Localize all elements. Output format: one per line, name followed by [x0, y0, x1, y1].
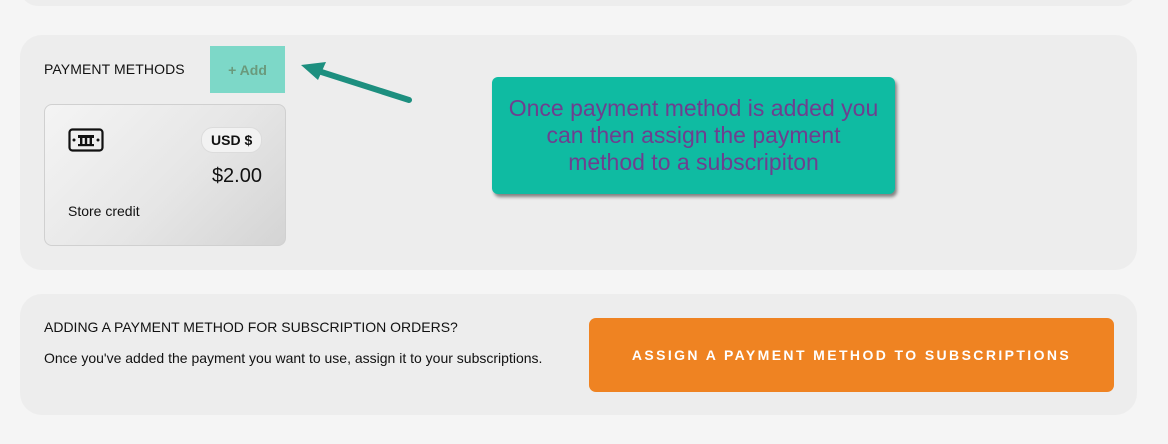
add-payment-method-button[interactable]: + Add — [210, 46, 285, 93]
subscription-description: Once you've added the payment you want t… — [44, 350, 543, 366]
callout-text: Once payment method is added you can the… — [508, 95, 879, 175]
previous-section-panel — [20, 0, 1137, 6]
card-label: Store credit — [68, 203, 140, 219]
annotation-arrow-icon — [301, 62, 412, 103]
annotation-callout: Once payment method is added you can the… — [492, 77, 895, 194]
assign-payment-method-button[interactable]: ASSIGN A PAYMENT METHOD TO SUBSCRIPTIONS — [589, 318, 1114, 392]
subscription-heading: ADDING A PAYMENT METHOD FOR SUBSCRIPTION… — [44, 319, 458, 335]
card-balance: $2.00 — [211, 165, 262, 187]
payment-methods-title: PAYMENT METHODS — [44, 61, 185, 77]
store-credit-icon — [68, 128, 104, 152]
store-credit-card[interactable]: USD $ $2.00 Store credit — [44, 104, 286, 246]
currency-badge: USD $ — [201, 127, 263, 153]
subscription-payment-panel: ADDING A PAYMENT METHOD FOR SUBSCRIPTION… — [20, 294, 1137, 415]
